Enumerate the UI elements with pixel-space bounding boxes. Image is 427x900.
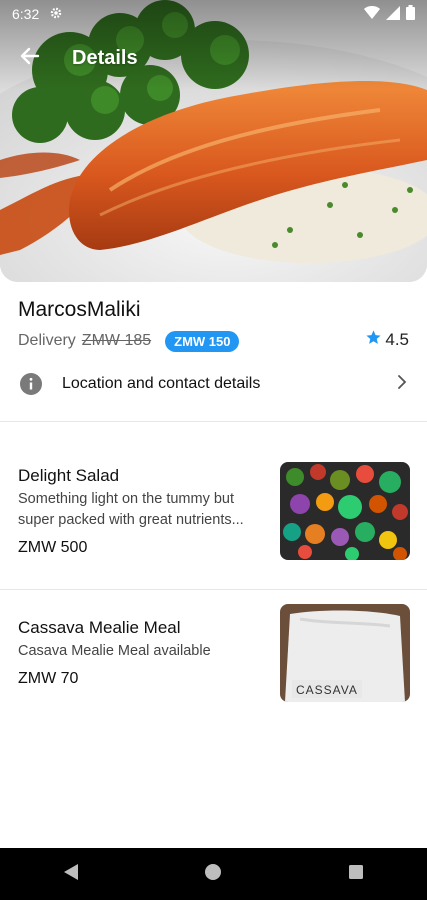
menu-item-price: ZMW 70 (18, 670, 79, 687)
delivery-row: Delivery ZMW 185 ZMW 150 (18, 328, 240, 354)
info-icon (20, 373, 42, 395)
status-bar: 6:32 (0, 0, 427, 28)
rating-value: 4.5 (385, 330, 409, 349)
menu-item-description: Something light on the tummy but super p… (18, 491, 244, 528)
star-icon (365, 329, 382, 351)
delivery-label: Delivery (18, 332, 76, 349)
nav-back-button[interactable] (41, 854, 101, 894)
delivery-old-price: ZMW 185 (81, 332, 152, 349)
wifi-icon (364, 5, 380, 23)
settings-gear-icon (49, 6, 63, 23)
arrow-back-icon (20, 46, 40, 71)
status-time: 6:32 (12, 6, 40, 22)
triangle-back-icon (63, 863, 79, 886)
circle-home-icon (204, 863, 222, 886)
square-recents-icon (348, 864, 364, 885)
chevron-right-icon (397, 374, 407, 395)
menu-item-price: ZMW 500 (18, 539, 88, 556)
page-title: Details (72, 46, 138, 69)
menu-item[interactable]: Cassava Mealie Meal Casava Mealie Meal a… (0, 604, 427, 702)
salad-thumbnail-image (280, 462, 410, 560)
battery-icon (406, 5, 415, 23)
menu-item-name: Delight Salad (18, 466, 120, 485)
divider (0, 589, 427, 590)
menu-item-name: Cassava Mealie Meal (18, 618, 181, 637)
menu-item-description: Casava Mealie Meal available (18, 643, 211, 659)
menu-item[interactable]: Delight Salad Something light on the tum… (0, 462, 427, 562)
divider (0, 421, 427, 422)
signal-icon (386, 5, 400, 23)
cassava-thumbnail-image: CASSAVA (280, 604, 410, 702)
app-bar: Details (0, 38, 427, 78)
delivery-price-badge: ZMW 150 (165, 330, 240, 352)
system-navigation-bar (0, 848, 427, 900)
nav-recents-button[interactable] (326, 854, 386, 894)
restaurant-name: MarcosMaliki (18, 298, 141, 321)
svg-text:CASSAVA: CASSAVA (296, 683, 358, 697)
location-contact-label: Location and contact details (62, 375, 261, 392)
nav-home-button[interactable] (183, 854, 243, 894)
back-button[interactable] (10, 38, 50, 78)
location-contact-row[interactable]: Location and contact details (0, 365, 427, 403)
rating: 4.5 (365, 329, 409, 351)
